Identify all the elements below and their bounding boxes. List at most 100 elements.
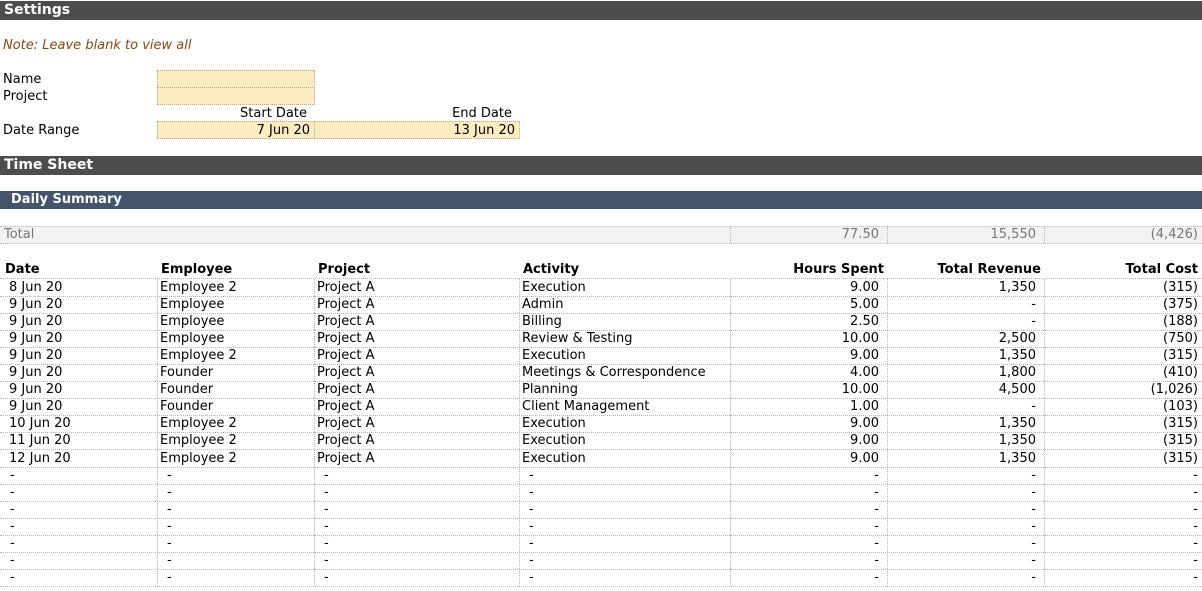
cell-project: - [324,536,329,551]
cell-project: Project A [317,433,375,448]
total-revenue: 15,550 [990,227,1037,242]
cell-cost: (410) [1163,365,1198,380]
cell-revenue: - [1031,536,1036,551]
cell-employee: Employee [160,297,225,312]
col-header-hours: Hours Spent [793,262,884,277]
cell-project: - [324,553,329,568]
cell-hours: - [874,536,879,551]
cell-cost: (315) [1163,433,1198,448]
cell-revenue: 1,350 [998,348,1036,363]
cell-hours: - [874,485,879,500]
cell-revenue: - [1031,519,1036,534]
cell-hours: 5.00 [850,297,879,312]
cell-revenue: 1,350 [998,416,1036,431]
name-input[interactable] [157,70,315,88]
daily-summary-title: Daily Summary [11,192,122,207]
settings-note: Note: Leave blank to view all [3,38,192,53]
total-hours: 77.50 [841,227,879,242]
daily-summary-header: Daily Summary [0,191,1202,209]
cell-hours: 2.50 [850,314,879,329]
cell-employee: - [167,519,172,534]
cell-hours: 1.00 [850,399,879,414]
cell-activity: - [529,570,534,585]
cell-date: 9 Jun 20 [9,314,63,329]
table-row: ------- [0,535,1202,553]
cell-cost: (315) [1163,451,1198,466]
cell-project: Project A [317,280,375,295]
table-row: ------- [0,484,1202,502]
cell-revenue: - [1031,468,1036,483]
cell-date: - [10,519,15,534]
cell-project: - [324,570,329,585]
cell-cost: - [1193,485,1198,500]
cell-date: 11 Jun 20 [9,433,71,448]
cell-employee: - [167,485,172,500]
total-row: Total 77.50 15,550 (4,426) [0,226,1202,244]
cell-employee: - [167,468,172,483]
cell-project: - [324,502,329,517]
timesheet-title: Time Sheet [4,157,94,173]
table-row: 9 Jun 20 Founder Project A Client Managemen… [0,398,1202,416]
cell-date: - [10,502,15,517]
cell-date: 9 Jun 20 [9,297,63,312]
cell-cost: (750) [1163,331,1198,346]
cell-cost: (103) [1163,399,1198,414]
cell-date: 8 Jun 20 [9,280,63,295]
col-header-date: Date [5,262,40,277]
cell-revenue: 1,800 [998,365,1036,380]
table-row: 12 Jun 20 Employee 2 Project A Execution 9.0… [0,450,1202,468]
cell-hours: - [874,519,879,534]
cell-cost: (375) [1163,297,1198,312]
table-row: ------- [0,552,1202,570]
cell-cost: - [1193,553,1198,568]
cell-revenue: 1,350 [998,433,1036,448]
cell-cost: - [1193,502,1198,517]
start-date-label: Start Date [240,106,307,121]
cell-date: 9 Jun 20 [9,348,63,363]
cell-date: - [10,570,15,585]
cell-activity: Review & Testing [522,331,633,346]
cell-activity: Billing [522,314,562,329]
cell-activity: - [529,468,534,483]
cell-cost: (315) [1163,280,1198,295]
cell-date: 9 Jun 20 [9,365,63,380]
col-header-revenue: Total Revenue [937,262,1042,277]
cell-cost: - [1193,536,1198,551]
table-row: ------- [0,569,1202,587]
cell-hours: 4.00 [850,365,879,380]
cell-date: 9 Jun 20 [9,382,63,397]
table-row: 10 Jun 20 Employee 2 Project A Execution 9.0… [0,415,1202,433]
cell-employee: - [167,502,172,517]
end-date-input[interactable] [314,121,520,139]
cell-activity: Execution [522,280,586,295]
cell-activity: Meetings & Correspondence [522,365,706,380]
cell-date: 9 Jun 20 [9,399,63,414]
cell-revenue: - [1031,553,1036,568]
cell-cost: (188) [1163,314,1198,329]
cell-project: Project A [317,348,375,363]
cell-activity: Execution [522,416,586,431]
project-label: Project [3,89,48,104]
cell-revenue: - [1031,570,1036,585]
total-label: Total [4,227,35,242]
cell-cost: - [1193,468,1198,483]
cell-activity: Execution [522,451,586,466]
cell-hours: 9.00 [850,416,879,431]
col-header-project: Project [318,262,371,277]
table-row: ------- [0,501,1202,519]
cell-hours: - [874,570,879,585]
settings-header: Settings [0,1,1202,20]
cell-hours: 9.00 [850,348,879,363]
cell-project: Project A [317,382,375,397]
cell-date: - [10,553,15,568]
start-date-input[interactable] [157,121,315,139]
cell-employee: Founder [160,365,214,380]
cell-employee: - [167,570,172,585]
cell-date: 12 Jun 20 [9,451,71,466]
project-input[interactable] [157,87,315,105]
col-header-cost: Total Cost [1125,262,1198,277]
cell-employee: Employee 2 [160,433,237,448]
cell-activity: - [529,519,534,534]
cell-revenue: 4,500 [998,382,1036,397]
cell-employee: Employee 2 [160,451,237,466]
